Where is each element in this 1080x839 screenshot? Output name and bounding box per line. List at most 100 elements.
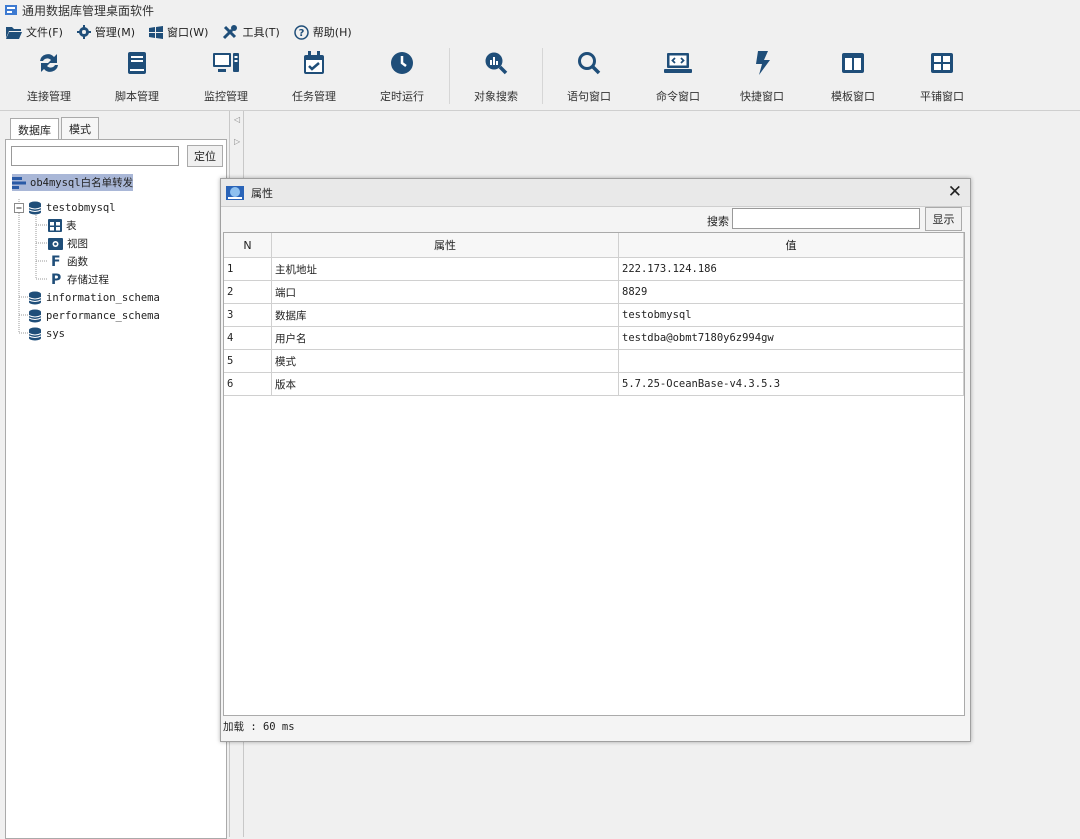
tool-command-window[interactable]: 命令窗口: [638, 50, 718, 104]
toolbar: 连接管理 脚本管理 监控管理 任务管理 定时运行 对象搜索 语句窗口 命令窗口 …: [0, 44, 1080, 111]
sync-arrows-icon: [40, 54, 58, 72]
cell-value: 222.173.124.186: [618, 257, 964, 281]
tool-quick-window[interactable]: 快捷窗口: [722, 50, 802, 104]
cell-value: 8829: [618, 280, 964, 304]
table-row[interactable]: 6 版本 5.7.25-OceanBase-v4.3.5.3: [224, 372, 964, 396]
column-header-attribute[interactable]: 属性: [271, 233, 619, 258]
laptop-code-icon: [664, 53, 692, 73]
cell-value: 5.7.25-OceanBase-v4.3.5.3: [618, 372, 964, 396]
load-time-status: 加载 : 60 ms: [223, 721, 295, 733]
tool-label: 脚本管理: [115, 90, 159, 103]
cell-attribute: 版本: [271, 372, 619, 396]
menu-window[interactable]: 窗口(W): [149, 24, 208, 40]
cell-n: 5: [224, 349, 272, 373]
tool-object-search[interactable]: 对象搜索: [456, 50, 536, 104]
tree-db-testobmysql[interactable]: testobmysql: [28, 199, 116, 216]
tool-tile-window[interactable]: 平铺窗口: [902, 50, 982, 104]
tree-item-tables[interactable]: 表: [48, 217, 77, 234]
tool-label: 监控管理: [204, 90, 248, 103]
app-title: 通用数据库管理桌面软件: [22, 3, 155, 18]
tool-script-manager[interactable]: 脚本管理: [97, 50, 177, 104]
tool-task-manager[interactable]: 任务管理: [274, 50, 354, 104]
tree-item-functions[interactable]: F 函数: [51, 253, 88, 270]
tree-db-label: sys: [46, 327, 65, 340]
tool-monitor-manager[interactable]: 监控管理: [186, 50, 266, 104]
tools-icon: [223, 25, 238, 40]
table-row[interactable]: 4 用户名 testdba@obmt7180y6z994gw: [224, 326, 964, 350]
tree-db-information-schema[interactable]: information_schema: [28, 289, 160, 306]
database-icon: [28, 327, 42, 340]
table-icon: [48, 219, 62, 232]
cell-attribute: 模式: [271, 349, 619, 373]
properties-dialog: 属性 ✕ 搜索 显示 N 属性 值 1 主机地址 222.173.124.186: [220, 178, 971, 742]
show-button[interactable]: 显示: [925, 207, 962, 231]
title-bar: 通用数据库管理桌面软件: [0, 0, 1080, 20]
bolt-icon: [756, 51, 770, 75]
tool-template-window[interactable]: 模板窗口: [813, 50, 893, 104]
panel-body: 定位 ob4mysql白名单转发 testobmysql 表 视图 F 函数 P…: [5, 139, 227, 839]
menu-help-label: 帮助(H): [312, 26, 352, 39]
tool-statement-window[interactable]: 语句窗口: [549, 50, 629, 104]
toolbar-separator: [449, 48, 450, 104]
properties-table: N 属性 值 1 主机地址 222.173.124.186 2 端口 8829 …: [223, 232, 965, 716]
cell-attribute: 端口: [271, 280, 619, 304]
column-header-value[interactable]: 值: [618, 233, 964, 258]
tree-db-performance-schema[interactable]: performance_schema: [28, 307, 160, 324]
column-header-n[interactable]: N: [224, 233, 272, 258]
cell-attribute: 主机地址: [271, 257, 619, 281]
tool-connection-manager[interactable]: 连接管理: [9, 50, 89, 104]
menu-tools-label: 工具(T): [242, 26, 280, 39]
menu-help[interactable]: ? 帮助(H): [294, 24, 352, 40]
tool-label: 模板窗口: [831, 90, 875, 103]
tool-label: 命令窗口: [656, 90, 700, 103]
menu-manage[interactable]: 管理(M): [76, 24, 135, 40]
help-icon: ?: [294, 24, 309, 40]
app-logo-icon: [226, 185, 244, 200]
locate-button[interactable]: 定位: [187, 145, 223, 167]
calendar-check-icon: [304, 51, 324, 74]
tool-label: 连接管理: [27, 90, 71, 103]
cell-n: 4: [224, 326, 272, 350]
close-icon[interactable]: ✕: [948, 182, 962, 202]
tree-item-procedures[interactable]: P 存储过程: [51, 271, 109, 288]
table-row[interactable]: 3 数据库 testobmysql: [224, 303, 964, 327]
database-icon: [28, 291, 42, 304]
tree-db-label: testobmysql: [46, 201, 116, 214]
book-icon: [128, 52, 146, 74]
cell-n: 1: [224, 257, 272, 281]
dialog-title-bar[interactable]: 属性 ✕: [221, 179, 970, 207]
windows-icon: [149, 25, 163, 39]
grid-icon: [931, 53, 953, 73]
cell-value: [618, 349, 964, 373]
table-row[interactable]: 1 主机地址 222.173.124.186: [224, 257, 964, 281]
table-row[interactable]: 5 模式: [224, 349, 964, 373]
search-input[interactable]: [732, 208, 920, 229]
tab-schema[interactable]: 模式: [61, 117, 99, 139]
cell-value: testobmysql: [618, 303, 964, 327]
cell-n: 6: [224, 372, 272, 396]
tool-label: 语句窗口: [567, 90, 611, 103]
menu-file[interactable]: 文件(F): [6, 24, 63, 40]
menu-file-label: 文件(F): [26, 26, 63, 39]
tool-label: 快捷窗口: [740, 90, 784, 103]
table-header: N 属性 值: [224, 233, 964, 258]
monitor-icon: [213, 53, 239, 72]
expand-right-icon[interactable]: ▷: [234, 137, 240, 146]
locate-input[interactable]: [11, 146, 179, 166]
app-logo-icon: [5, 5, 17, 15]
tab-database[interactable]: 数据库: [10, 118, 59, 140]
table-row[interactable]: 2 端口 8829: [224, 280, 964, 304]
cell-attribute: 用户名: [271, 326, 619, 350]
tree-db-sys[interactable]: sys: [28, 325, 65, 342]
menu-manage-label: 管理(M): [94, 26, 135, 39]
collapse-left-icon[interactable]: ◁: [234, 115, 240, 124]
search-label: 搜索: [707, 215, 729, 228]
menu-tools[interactable]: 工具(T): [222, 24, 280, 40]
tree-item-views[interactable]: 视图: [48, 235, 88, 252]
folder-open-icon: [6, 26, 22, 39]
menu-bar: 文件(F) 管理(M) 窗口(W) 工具(T) ? 帮助(H): [0, 22, 360, 42]
tree-item-label: 存储过程: [67, 274, 109, 286]
tool-scheduled-run[interactable]: 定时运行: [362, 50, 442, 104]
database-panel: 数据库 模式 定位 ob4mysql白名单转发 testobmysql 表 视图…: [0, 111, 232, 839]
tool-label: 任务管理: [292, 90, 336, 103]
